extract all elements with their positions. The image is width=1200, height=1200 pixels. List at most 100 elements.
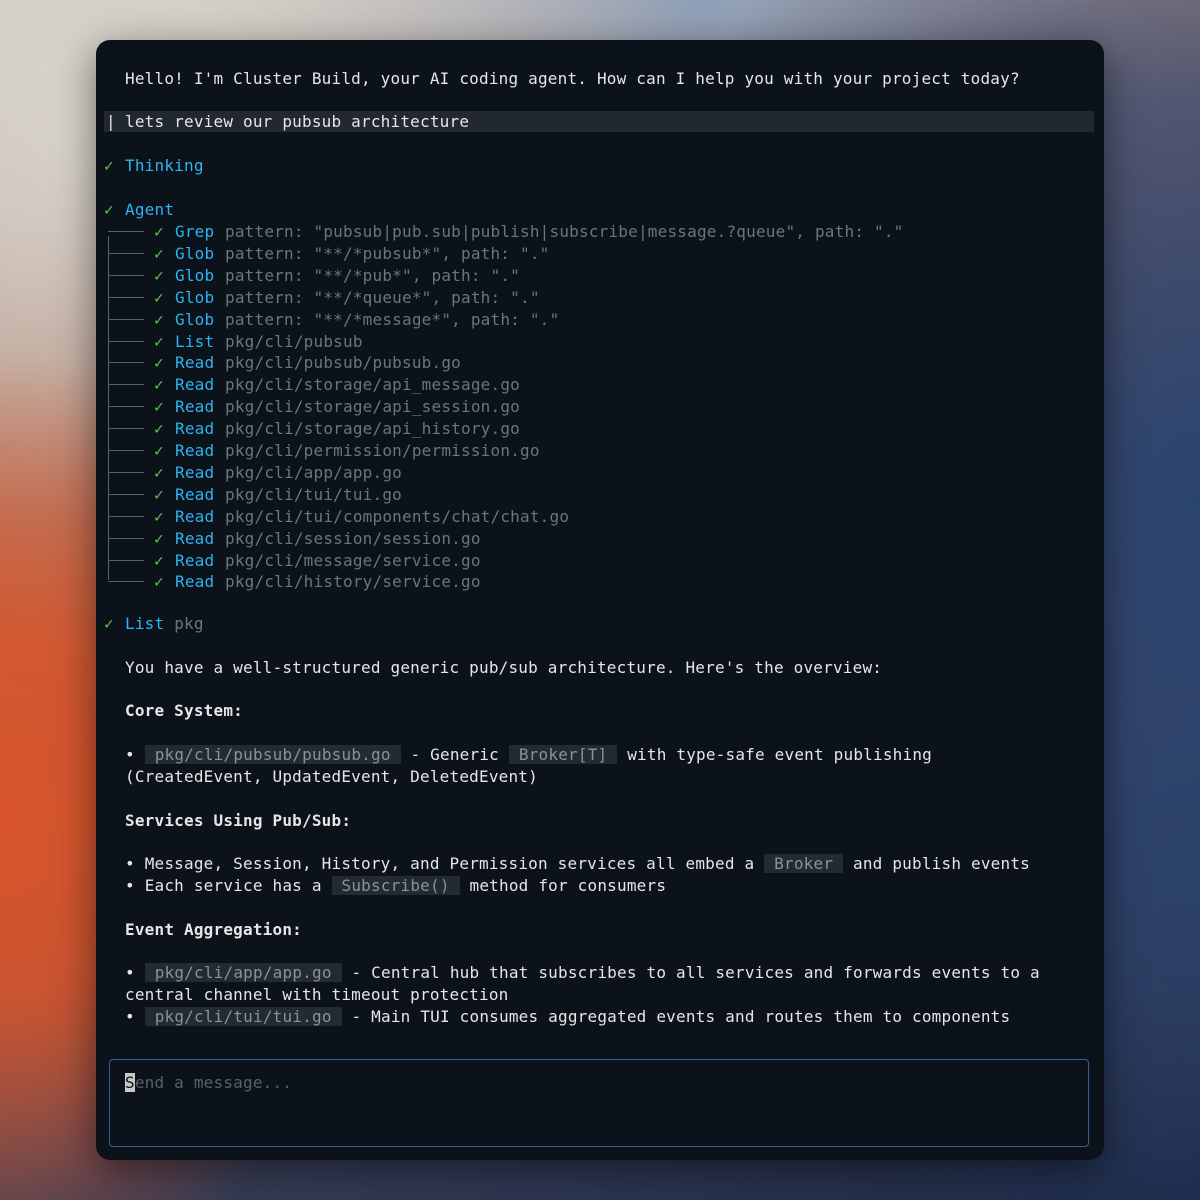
services-bullet: • Each service has a Subscribe() method … — [125, 875, 666, 897]
tool-args: pattern: "**/*queue*", path: "." — [225, 287, 540, 307]
aggregation-bullet: • pkg/cli/tui/tui.go - Main TUI consumes… — [125, 1006, 1010, 1028]
tool-args: pkg/cli/message/service.go — [225, 550, 481, 570]
check-icon: ✓ — [154, 397, 164, 417]
aggregation-bullet: • pkg/cli/app/app.go - Central hub that … — [125, 962, 1040, 984]
placeholder-text: end a message... — [134, 1073, 293, 1092]
aggregation-heading: Event Aggregation: — [125, 920, 302, 939]
thinking-label: Thinking — [125, 156, 204, 175]
tree-branch-line — [108, 384, 144, 386]
check-icon: ✓ — [154, 375, 164, 395]
bullet-text: Message, Session, History, and Permissio… — [144, 854, 765, 873]
tool-call-row[interactable]: ✓ Read pkg/cli/history/service.go — [108, 571, 1008, 593]
aggregation-bullet-continuation: central channel with timeout protection — [125, 985, 509, 1004]
tool-call-row[interactable]: ✓ Grep pattern: "pubsub|pub.sub|publish|su… — [108, 221, 1008, 243]
agent-label: Agent — [125, 200, 175, 219]
check-icon: ✓ — [154, 441, 164, 460]
tool-args: pkg/cli/session/session.go — [225, 528, 481, 548]
tool-call-row[interactable]: ✓ Read pkg/cli/tui/components/chat/chat.go — [108, 506, 1008, 528]
tool-call-row[interactable]: ✓ Read pkg/cli/app/app.go — [108, 462, 1008, 484]
bullet: • — [125, 876, 135, 895]
tool-name: Read — [175, 375, 215, 395]
tool-name: Read — [175, 506, 215, 526]
check-icon: ✓ — [154, 528, 164, 548]
tool-call-row[interactable]: ✓ List pkg/cli/pubsub — [108, 331, 1008, 353]
bullet: • — [125, 854, 135, 873]
check-icon: ✓ — [104, 614, 114, 633]
message-input-placeholder: Send a message... — [125, 1072, 292, 1094]
inline-code: pkg/cli/pubsub/pubsub.go — [144, 745, 401, 764]
tool-args: pattern: "**/*pub*", path: "." — [225, 265, 520, 285]
tree-branch-line — [108, 318, 144, 320]
check-icon: ✓ — [154, 309, 164, 329]
tool-call-row[interactable]: ✓ Read pkg/cli/session/session.go — [108, 528, 1008, 550]
tool-args: pattern: "**/*message*", path: "." — [225, 309, 560, 329]
tool-name: Read — [175, 550, 215, 570]
tool-call-row[interactable]: ✓ Glob pattern: "**/*pub*", path: "." — [108, 265, 1008, 287]
tool-call-row[interactable]: ✓ Glob pattern: "**/*pubsub*", path: "." — [108, 243, 1008, 265]
tree-branch-line — [108, 362, 144, 364]
tool-args: pkg/cli/pubsub — [225, 331, 363, 351]
inline-code: Broker[T] — [508, 745, 618, 764]
user-message-marker: | — [106, 112, 116, 131]
tool-call-row[interactable]: ✓ Read pkg/cli/storage/api_message.go — [108, 374, 1008, 396]
tool-args: pkg/cli/tui/components/chat/chat.go — [225, 506, 570, 526]
bullet-text: and publish events — [843, 854, 1030, 873]
tree-branch-line — [108, 450, 144, 451]
tool-args: pkg/cli/tui/tui.go — [225, 484, 402, 504]
check-icon: ✓ — [154, 572, 164, 592]
bullet: • — [125, 1007, 135, 1026]
tool-call-row[interactable]: ✓ Read pkg/cli/storage/api_session.go — [108, 396, 1008, 418]
bullet-text: Each service has a — [144, 876, 332, 895]
tool-args: pkg/cli/storage/api_session.go — [225, 397, 520, 417]
assistant-greeting: Hello! I'm Cluster Build, your AI coding… — [125, 69, 1020, 88]
tree-branch-line — [108, 471, 144, 473]
tree-branch-line — [108, 296, 144, 298]
check-icon: ✓ — [154, 331, 164, 351]
bullet: • — [125, 745, 135, 764]
tool-name: Read — [175, 572, 215, 592]
tree-branch-line — [108, 231, 144, 232]
tool-name: Read — [175, 528, 215, 548]
tool-name: Glob — [175, 309, 215, 329]
tool-name: Read — [175, 353, 215, 373]
tool-call-row[interactable]: ✓ Read pkg/cli/tui/tui.go — [108, 484, 1008, 506]
inline-code: pkg/cli/app/app.go — [144, 963, 342, 982]
check-icon: ✓ — [154, 265, 164, 285]
bullet-text: with type-safe event publishing — [617, 745, 933, 764]
check-icon: ✓ — [154, 287, 164, 307]
tree-branch-line — [108, 537, 144, 539]
tool-args: pattern: "pubsub|pub.sub|publish|subscri… — [225, 222, 904, 241]
tree-branch-line — [108, 252, 144, 254]
check-icon: ✓ — [154, 353, 164, 373]
tool-name: Read — [175, 397, 215, 417]
tool-call-row[interactable]: ✓ Read pkg/cli/message/service.go — [108, 550, 1008, 572]
check-icon: ✓ — [154, 484, 164, 504]
tree-branch-line — [108, 493, 144, 495]
check-icon: ✓ — [154, 419, 164, 439]
tree-branch-line — [108, 428, 144, 430]
check-icon: ✓ — [154, 550, 164, 570]
list-step-line: List pkg — [125, 613, 204, 635]
tool-name: Read — [175, 419, 215, 439]
tool-name: Read — [175, 462, 215, 482]
tool-call-row[interactable]: ✓ Glob pattern: "**/*message*", path: "." — [108, 309, 1008, 331]
tool-name: Glob — [175, 265, 215, 285]
services-bullet: • Message, Session, History, and Permiss… — [125, 853, 1030, 875]
inline-code: Broker — [764, 854, 844, 873]
tree-branch-line — [108, 340, 144, 342]
core-bullet-continuation: (CreatedEvent, UpdatedEvent, DeletedEven… — [125, 767, 538, 786]
tool-name: Glob — [175, 287, 215, 307]
tool-call-row[interactable]: ✓ Glob pattern: "**/*queue*", path: "." — [108, 287, 1008, 309]
user-message-text: lets review our pubsub architecture — [125, 112, 470, 131]
tool-call-row[interactable]: ✓ Read pkg/cli/storage/api_history.go — [108, 418, 1008, 440]
inline-code: pkg/cli/tui/tui.go — [144, 1007, 342, 1026]
tool-name: List — [175, 331, 215, 351]
core-bullet: • pkg/cli/pubsub/pubsub.go - Generic Bro… — [125, 744, 932, 766]
tool-args: pkg/cli/history/service.go — [225, 572, 481, 592]
tool-call-row[interactable]: ✓ Read pkg/cli/pubsub/pubsub.go — [108, 352, 1008, 374]
check-icon: ✓ — [154, 462, 164, 482]
text-cursor: S — [125, 1073, 135, 1092]
message-input[interactable]: Send a message... — [109, 1059, 1089, 1147]
tool-call-row[interactable]: ✓ Read pkg/cli/permission/permission.go — [108, 440, 1008, 462]
tool-name: Grep — [175, 222, 215, 241]
